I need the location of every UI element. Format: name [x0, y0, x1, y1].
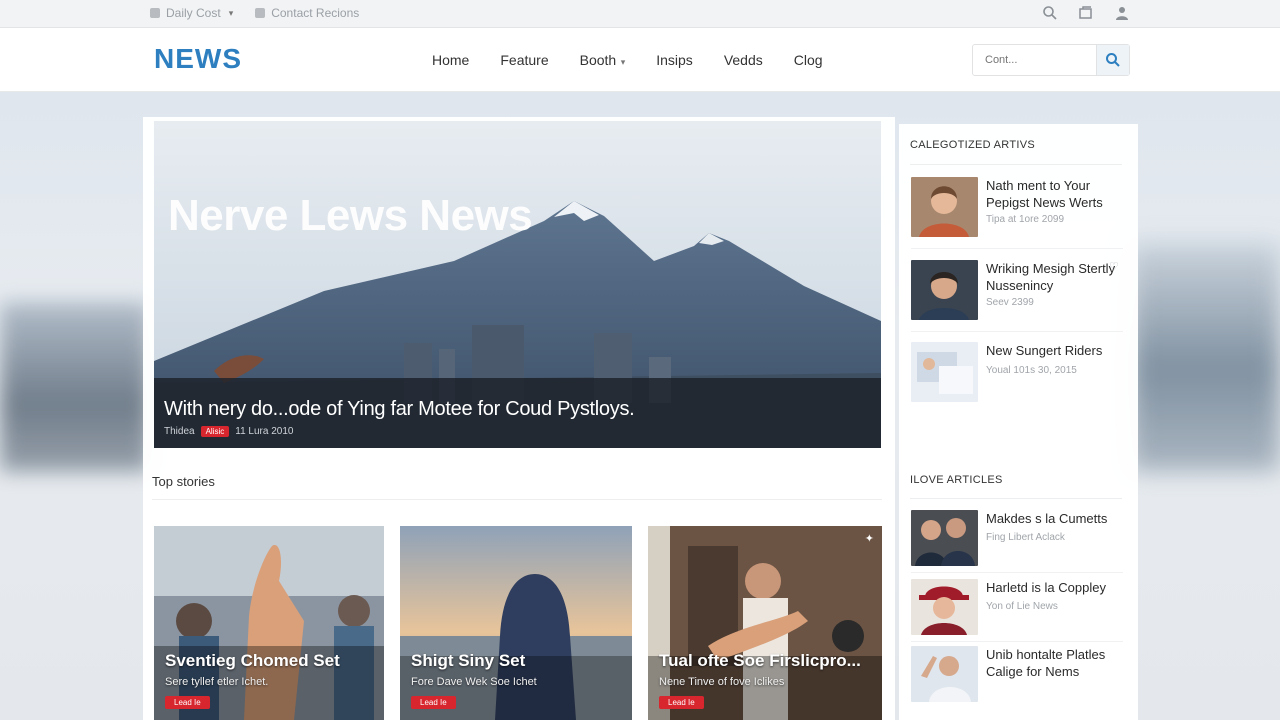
article-title[interactable]: Unib hontalte Platles Calige for Nems: [986, 646, 1126, 680]
sidebar-article[interactable]: Wriking Mesigh Stertly Nussenincy Seev 2…: [911, 260, 1126, 332]
nav-feature[interactable]: Feature: [500, 52, 548, 68]
site-logo[interactable]: NEWS: [154, 43, 242, 75]
sidebar-article[interactable]: Makdes s la Cumetts Fing Libert Aclack: [911, 510, 1126, 573]
search-icon: [1106, 53, 1120, 67]
article-meta: Tipa at 1ore 2099: [986, 214, 1065, 225]
hero-source: Thidea: [164, 426, 195, 437]
divider: [152, 499, 882, 500]
search-input[interactable]: [973, 45, 1097, 75]
story-image: [154, 526, 384, 720]
article-title[interactable]: Nath ment to Your Pepigst News Werts: [986, 177, 1126, 211]
story-subtitle: Nene Tinve of fove Iclikes: [659, 676, 785, 688]
article-thumbnail: [911, 260, 978, 320]
utility-bar: Daily Cost ▾ Contact Recions: [0, 0, 1280, 28]
chevron-down-icon: ▾: [618, 57, 626, 67]
article-title[interactable]: Harletd is la Coppley: [986, 579, 1126, 596]
divider: [911, 572, 1123, 573]
sidebar-article[interactable]: New Sungert Riders Youal 101s 30, 2015: [911, 342, 1123, 412]
article-thumbnail: [911, 342, 978, 402]
story-tag[interactable]: Lead Ie: [411, 696, 456, 709]
search-box: [972, 44, 1130, 76]
nav-clog[interactable]: Clog: [794, 52, 823, 68]
main-nav: Home Feature Booth ▾ Insips Vedds Clog: [432, 52, 823, 68]
search-button[interactable]: [1096, 45, 1129, 75]
love-articles-heading: ILOVE ARTICLES: [910, 474, 1003, 486]
cart-icon[interactable]: [1078, 5, 1094, 21]
story-image: [400, 526, 632, 720]
story-title[interactable]: Sventieg Chomed Set: [165, 651, 340, 671]
article-title[interactable]: New Sungert Riders: [986, 342, 1126, 359]
article-meta: Youal 101s 30, 2015: [986, 365, 1077, 376]
site-header: NEWS Home Feature Booth ▾ Insips Vedds C…: [0, 28, 1280, 92]
article-meta: Seev 2399: [986, 297, 1034, 308]
nav-home[interactable]: Home: [432, 52, 469, 68]
share-icon[interactable]: ✦: [865, 532, 874, 545]
user-icon[interactable]: [1114, 5, 1130, 21]
main-content: Nerve Lews News With nery do...ode of Yi…: [143, 117, 895, 720]
article-thumbnail: [911, 510, 978, 566]
hero-date: 11 Lura 2010: [235, 426, 294, 437]
story-card[interactable]: Shigt Siny Set Fore Dave Wek Soe Ichet L…: [400, 526, 632, 720]
divider: [911, 248, 1123, 249]
sidebar: CALEGOTIZED ARTIVS Nath ment to Your Pep…: [899, 124, 1138, 720]
document-icon: [255, 8, 266, 18]
chevron-down-icon: ▾: [228, 7, 234, 18]
search-icon[interactable]: [1042, 5, 1058, 21]
article-title[interactable]: Wriking Mesigh Stertly Nussenincy: [986, 260, 1126, 294]
lock-icon: [150, 8, 160, 18]
heart-icon[interactable]: ♡: [1109, 260, 1119, 273]
hero-feature[interactable]: Nerve Lews News With nery do...ode of Yi…: [154, 121, 881, 448]
story-card[interactable]: Sventieg Chomed Set Sere tyllef etler Ic…: [154, 526, 384, 720]
article-meta: Yon of Lie News: [986, 601, 1058, 612]
sidebar-article[interactable]: Harletd is la Coppley Yon of Lie News: [911, 579, 1126, 642]
article-title[interactable]: Makdes s la Cumetts: [986, 510, 1126, 527]
story-subtitle: Sere tyllef etler Ichet.: [165, 676, 269, 688]
divider: [911, 641, 1123, 642]
nav-booth[interactable]: Booth ▾: [580, 52, 626, 68]
nav-insips[interactable]: Insips: [656, 52, 693, 68]
utility-link-contact[interactable]: Contact Recions: [255, 6, 359, 20]
sidebar-article[interactable]: Unib hontalte Platles Calige for Nems: [911, 646, 1123, 708]
categorized-heading: CALEGOTIZED ARTIVS: [910, 139, 1036, 151]
divider: [910, 498, 1122, 499]
story-subtitle: Fore Dave Wek Soe Ichet: [411, 676, 537, 688]
story-image: [648, 526, 882, 720]
hero-meta: Thidea Alisic 11 Lura 2010: [164, 426, 293, 437]
sidebar-article[interactable]: Nath ment to Your Pepigst News Werts Tip…: [911, 177, 1126, 249]
top-stories-title: Top stories: [152, 474, 215, 489]
story-card[interactable]: ✦ Tual ofte Soe Firslicpro... Nene Tinve…: [648, 526, 882, 720]
article-meta: Fing Libert Aclack: [986, 532, 1065, 543]
hero-category-tag[interactable]: Alisic: [200, 426, 230, 437]
article-thumbnail: [911, 579, 978, 635]
story-title[interactable]: Tual ofte Soe Firslicpro...: [659, 651, 861, 671]
story-title[interactable]: Shigt Siny Set: [411, 651, 525, 671]
divider: [911, 331, 1123, 332]
hero-headline[interactable]: With nery do...ode of Ying far Motee for…: [164, 398, 635, 421]
hero-caption: With nery do...ode of Ying far Motee for…: [154, 378, 881, 448]
divider: [910, 164, 1122, 165]
utility-link-daily-cost[interactable]: Daily Cost ▾: [150, 6, 233, 20]
article-thumbnail: [911, 177, 978, 237]
story-tag[interactable]: Lead Ie: [165, 696, 210, 709]
article-thumbnail: [911, 646, 978, 702]
story-tag[interactable]: Lead Ie: [659, 696, 704, 709]
hero-overlay-title: Nerve Lews News: [168, 191, 533, 240]
nav-vedds[interactable]: Vedds: [724, 52, 763, 68]
